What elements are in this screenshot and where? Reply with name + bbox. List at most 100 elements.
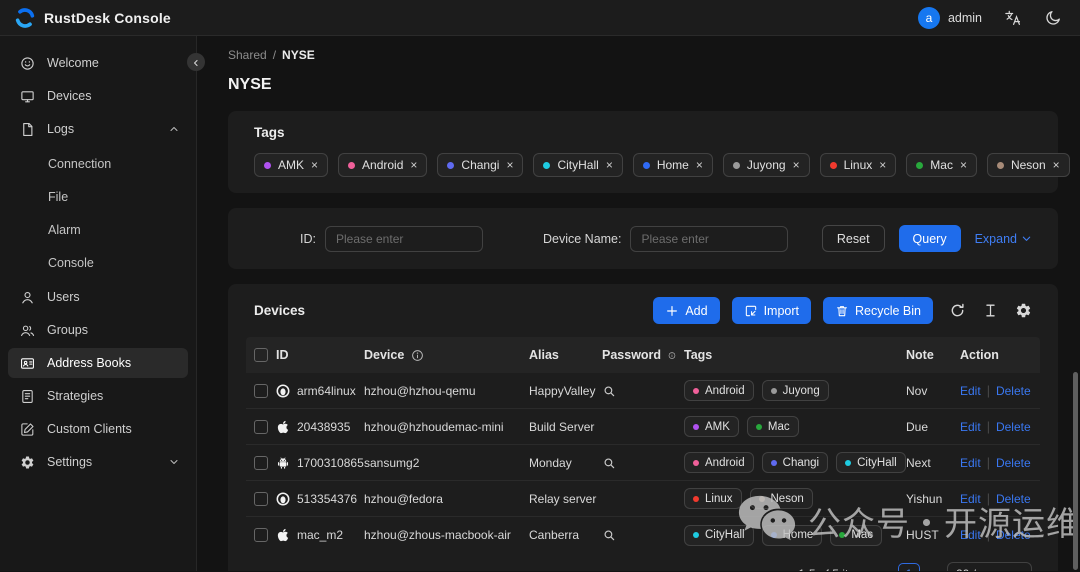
expand-toggle[interactable]: Expand bbox=[975, 232, 1032, 246]
sidebar-item-devices[interactable]: Devices bbox=[8, 81, 188, 111]
trash-icon bbox=[835, 304, 849, 318]
view-password-icon[interactable] bbox=[602, 384, 616, 398]
row-tag-android: Android bbox=[684, 452, 754, 473]
sidebar-item-users[interactable]: Users bbox=[8, 282, 188, 312]
sidebar-subitem-connection[interactable]: Connection bbox=[0, 147, 196, 180]
sidebar-subitem-file[interactable]: File bbox=[0, 180, 196, 213]
row-checkbox[interactable] bbox=[254, 492, 268, 506]
tag-chip-changi: Changi × bbox=[437, 153, 523, 177]
tag-color-dot bbox=[916, 162, 923, 169]
devices-header: Devices Add Import Recycle Bin bbox=[246, 297, 1040, 324]
row-tag-cityhall: CityHall bbox=[836, 452, 906, 473]
recycle-bin-button[interactable]: Recycle Bin bbox=[823, 297, 933, 324]
query-button[interactable]: Query bbox=[899, 225, 961, 252]
view-password-icon[interactable] bbox=[602, 528, 616, 542]
sidebar-collapse-button[interactable] bbox=[187, 53, 205, 71]
dark-mode-moon-icon[interactable] bbox=[1044, 9, 1062, 27]
page-size-select[interactable]: 20 / page bbox=[947, 562, 1032, 571]
sidebar-item-label: Logs bbox=[47, 122, 74, 136]
delete-link[interactable]: Delete bbox=[996, 420, 1031, 434]
action-separator: | bbox=[987, 384, 990, 398]
row-checkbox[interactable] bbox=[254, 384, 268, 398]
tag-chip-android: Android × bbox=[338, 153, 427, 177]
tag-label: Mac bbox=[930, 158, 953, 172]
username: admin bbox=[948, 11, 982, 25]
import-icon bbox=[744, 304, 758, 318]
row-tag-mac: Mac bbox=[830, 525, 882, 546]
remove-tag-icon[interactable]: × bbox=[879, 159, 886, 171]
id-filter-input[interactable] bbox=[325, 226, 483, 252]
edit-link[interactable]: Edit bbox=[960, 420, 981, 434]
row-checkbox[interactable] bbox=[254, 456, 268, 470]
table-row: mac_m2 hzhou@zhous-macbook-air Canberra … bbox=[246, 517, 1040, 553]
tag-color-dot bbox=[348, 162, 355, 169]
row-tag-linux: Linux bbox=[684, 488, 742, 509]
sidebar-item-groups[interactable]: Groups bbox=[8, 315, 188, 345]
delete-link[interactable]: Delete bbox=[996, 384, 1031, 398]
sidebar-item-logs[interactable]: Logs bbox=[8, 114, 188, 144]
page-number-button[interactable]: 1 bbox=[898, 563, 920, 571]
sidebar-nav: Welcome Devices Logs ConnectionFileAlarm… bbox=[0, 48, 196, 477]
row-tag-amk: AMK bbox=[684, 416, 739, 437]
delete-link[interactable]: Delete bbox=[996, 492, 1031, 506]
tag-chip-neson: Neson × bbox=[987, 153, 1070, 177]
reset-button[interactable]: Reset bbox=[822, 225, 885, 252]
breadcrumb: Shared / NYSE bbox=[228, 48, 1058, 62]
remove-tag-icon[interactable]: × bbox=[793, 159, 800, 171]
device-id: 513354376 bbox=[297, 492, 357, 506]
row-density-icon[interactable] bbox=[982, 302, 999, 319]
edit-link[interactable]: Edit bbox=[960, 384, 981, 398]
device-alias: Build Server bbox=[529, 420, 594, 434]
remove-tag-icon[interactable]: × bbox=[1053, 159, 1060, 171]
sidebar-item-label: Users bbox=[47, 290, 80, 304]
remove-tag-icon[interactable]: × bbox=[311, 159, 318, 171]
next-page-button[interactable]: › bbox=[929, 566, 938, 572]
add-device-button[interactable]: Add bbox=[653, 297, 719, 324]
edit-link[interactable]: Edit bbox=[960, 528, 981, 542]
sidebar-item-label: Custom Clients bbox=[47, 422, 132, 436]
import-button[interactable]: Import bbox=[732, 297, 811, 324]
edit-link[interactable]: Edit bbox=[960, 456, 981, 470]
sidebar-item-welcome[interactable]: Welcome bbox=[8, 48, 188, 78]
remove-tag-icon[interactable]: × bbox=[606, 159, 613, 171]
sidebar-item-address-books[interactable]: Address Books bbox=[8, 348, 188, 378]
devices-card: Devices Add Import Recycle Bin bbox=[228, 284, 1058, 571]
sidebar-item-settings[interactable]: Settings bbox=[8, 447, 188, 477]
row-checkbox[interactable] bbox=[254, 528, 268, 542]
row-tag-cityhall: CityHall bbox=[684, 525, 754, 546]
remove-tag-icon[interactable]: × bbox=[506, 159, 513, 171]
file-icon bbox=[20, 122, 35, 137]
remove-tag-icon[interactable]: × bbox=[960, 159, 967, 171]
select-all-checkbox[interactable] bbox=[254, 348, 268, 362]
devices-table: ID Device Alias Password Tags Note Actio… bbox=[246, 337, 1040, 553]
sidebar-item-strategies[interactable]: Strategies bbox=[8, 381, 188, 411]
breadcrumb-parent[interactable]: Shared bbox=[228, 48, 267, 62]
row-checkbox[interactable] bbox=[254, 420, 268, 434]
id-filter-group: ID: bbox=[300, 226, 483, 252]
table-row: arm64linux hzhou@hzhou-qemu HappyValley … bbox=[246, 373, 1040, 409]
device-name-filter-input[interactable] bbox=[630, 226, 788, 252]
chevron-down-icon bbox=[1013, 569, 1023, 571]
device-name: sansumg2 bbox=[364, 456, 419, 470]
delete-link[interactable]: Delete bbox=[996, 528, 1031, 542]
refresh-icon[interactable] bbox=[949, 302, 966, 319]
user-menu[interactable]: a admin bbox=[918, 7, 982, 29]
sidebar-subitem-console[interactable]: Console bbox=[0, 246, 196, 279]
delete-link[interactable]: Delete bbox=[996, 456, 1031, 470]
remove-tag-icon[interactable]: × bbox=[410, 159, 417, 171]
language-translate-icon[interactable] bbox=[1004, 9, 1022, 27]
device-name: hzhou@hzhoudemac-mini bbox=[364, 420, 504, 434]
row-tags: Android Changi CityHall bbox=[684, 452, 906, 473]
vertical-scrollbar[interactable] bbox=[1073, 372, 1078, 570]
table-row: 513354376 hzhou@fedora Relay server Linu… bbox=[246, 481, 1040, 517]
column-settings-gear-icon[interactable] bbox=[1015, 302, 1032, 319]
sidebar-subitem-alarm[interactable]: Alarm bbox=[0, 213, 196, 246]
edit-link[interactable]: Edit bbox=[960, 492, 981, 506]
prev-page-button[interactable]: ‹ bbox=[880, 566, 889, 572]
apple-icon bbox=[276, 528, 290, 542]
breadcrumb-current: NYSE bbox=[282, 48, 315, 62]
view-password-icon[interactable] bbox=[602, 456, 616, 470]
pagination: 1-5 of 5 items ‹ 1 › 20 / page bbox=[246, 553, 1040, 571]
sidebar-item-custom-clients[interactable]: Custom Clients bbox=[8, 414, 188, 444]
remove-tag-icon[interactable]: × bbox=[696, 159, 703, 171]
